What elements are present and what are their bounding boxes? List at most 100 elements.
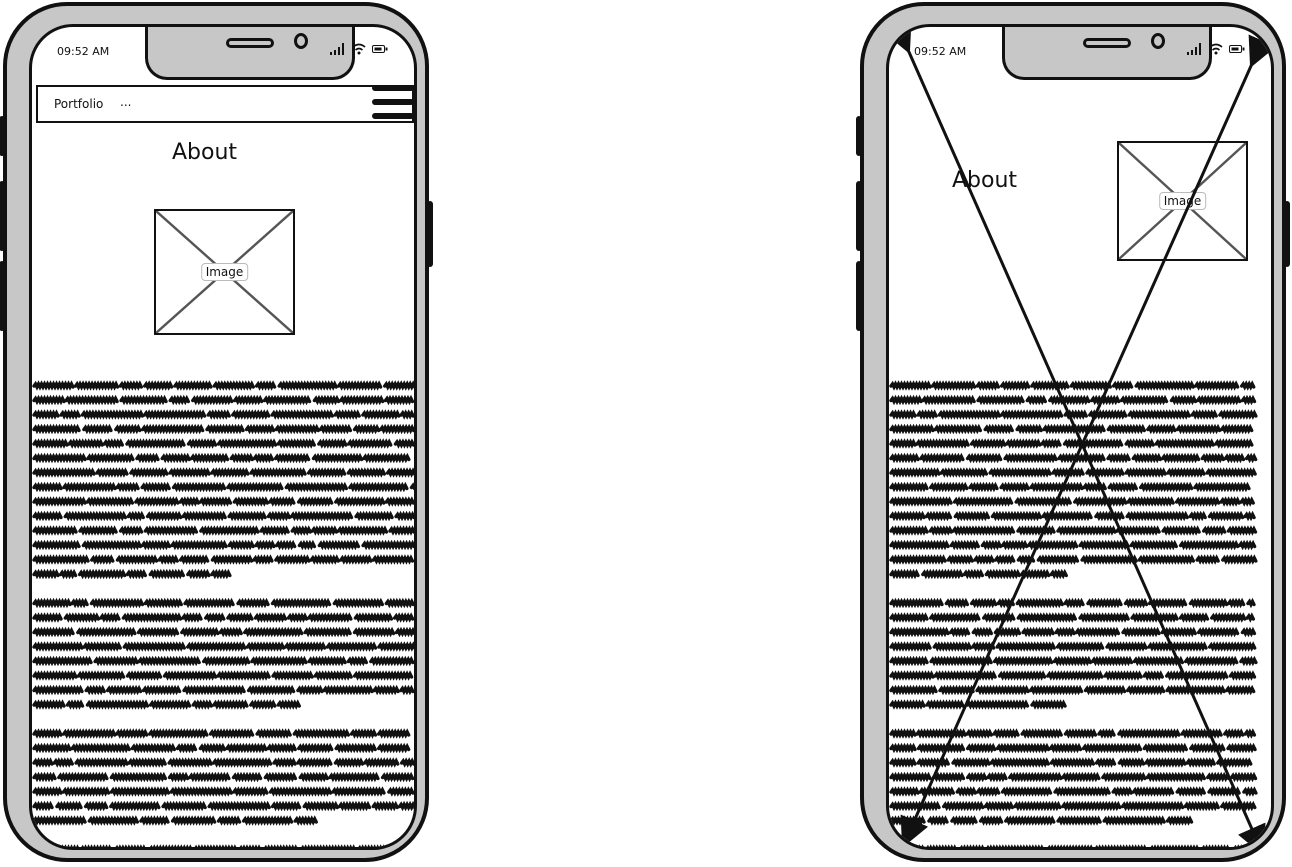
scribble-word xyxy=(32,467,96,478)
scribble-word xyxy=(32,452,87,464)
scribble-word xyxy=(189,452,230,464)
scribble-word xyxy=(376,742,411,754)
scribble-word xyxy=(162,670,218,681)
scribble-word xyxy=(145,510,183,522)
scribble-word xyxy=(81,844,111,847)
scribble-word xyxy=(134,496,180,507)
scribble-word xyxy=(891,844,924,847)
phone-frame: 09:52 AM Portfolio ... About Image xyxy=(0,2,433,862)
scribble-word xyxy=(352,626,396,638)
scribble-word xyxy=(354,510,394,522)
scribble-word xyxy=(178,554,210,565)
scribble-word xyxy=(254,380,277,391)
scribble-word xyxy=(306,467,347,478)
scribble-word xyxy=(191,394,234,406)
scribble-word xyxy=(32,438,69,449)
scribble-word xyxy=(181,612,203,623)
scribble-word xyxy=(32,641,84,652)
scribble-word xyxy=(262,394,312,406)
body-text-scribble xyxy=(32,380,414,847)
scribble-word xyxy=(302,800,339,812)
scribble-word xyxy=(102,438,124,449)
scribble-word xyxy=(325,641,378,652)
scribble-word xyxy=(140,423,205,435)
scribble-word xyxy=(307,612,353,623)
scribble-word xyxy=(394,626,414,638)
scribble-word xyxy=(73,380,120,391)
scribble-word xyxy=(311,452,364,464)
scribble-word xyxy=(57,771,109,783)
scribble-word xyxy=(186,438,218,449)
scribble-word xyxy=(198,496,233,507)
phone-screen: 09:52 AM Portfolio ... About Image xyxy=(29,24,417,850)
scribble-word xyxy=(210,568,232,580)
scribble-word xyxy=(181,510,227,522)
scribble-word xyxy=(161,800,207,812)
scribble-word xyxy=(78,525,118,536)
scribble-word xyxy=(167,771,190,783)
scribble-word xyxy=(32,496,87,507)
scribble-word xyxy=(244,423,276,435)
scribble-word xyxy=(361,539,414,551)
nav-title[interactable]: Portfolio xyxy=(54,97,103,111)
scribble-word xyxy=(273,452,311,464)
scribble-word xyxy=(194,844,237,847)
side-button xyxy=(0,181,5,251)
scribble-word xyxy=(32,525,78,536)
scribble-word xyxy=(296,757,333,768)
scribble-word xyxy=(229,452,254,464)
scribble-word xyxy=(210,467,250,478)
scribble-word xyxy=(81,539,143,551)
scribble-word xyxy=(180,626,220,638)
scribble-word xyxy=(276,699,301,710)
scribble-word xyxy=(353,612,394,623)
scribble-word xyxy=(211,757,273,768)
scribble-word xyxy=(1202,844,1229,847)
scribble-word xyxy=(191,699,213,710)
scribble-word xyxy=(32,597,72,609)
hamburger-menu-icon[interactable] xyxy=(370,85,414,123)
scribble-word xyxy=(270,409,334,420)
scribble-word xyxy=(347,438,393,449)
scribble-word xyxy=(70,597,89,609)
scribble-word xyxy=(90,554,115,565)
scribble-word xyxy=(270,800,302,812)
scribble-word xyxy=(32,742,72,754)
scribble-word xyxy=(960,844,984,847)
scribble-word xyxy=(397,800,414,812)
scribble-word xyxy=(249,699,277,710)
camera-icon xyxy=(294,33,308,49)
scribble-word xyxy=(216,815,242,826)
scribble-word xyxy=(225,742,268,754)
scribble-word xyxy=(337,800,372,812)
scribble-word xyxy=(67,438,104,449)
scribble-word xyxy=(93,655,139,667)
scribble-word xyxy=(243,626,304,638)
navbar: Portfolio ... xyxy=(36,85,414,123)
scribble-word xyxy=(32,568,60,580)
scribble-word xyxy=(198,742,227,754)
scribble-word xyxy=(339,554,373,565)
scribble-word xyxy=(296,496,334,507)
nav-more[interactable]: ... xyxy=(120,95,131,109)
scribble-word xyxy=(297,742,334,754)
scribble-word xyxy=(411,844,414,847)
scribble-word xyxy=(63,510,127,522)
phone-frame: 09:52 AM About Image xyxy=(856,2,1290,862)
scribble-word xyxy=(296,684,324,696)
scribble-word xyxy=(372,684,400,696)
phone-mockup-left: 09:52 AM Portfolio ... About Image xyxy=(0,0,433,867)
scribble-word xyxy=(255,728,292,739)
scribble-word xyxy=(32,684,84,696)
page-title: About xyxy=(172,140,238,165)
scribble-word xyxy=(298,771,329,783)
scribble-word xyxy=(312,394,341,406)
phone-screen: 09:52 AM About Image xyxy=(886,24,1274,850)
scribble-word xyxy=(141,684,182,696)
scribble-word xyxy=(339,394,385,406)
scribble-word xyxy=(183,597,235,609)
scribble-word xyxy=(62,481,117,493)
scribble-word xyxy=(310,525,339,536)
scribble-word xyxy=(226,481,284,493)
scribble-word xyxy=(52,757,74,768)
